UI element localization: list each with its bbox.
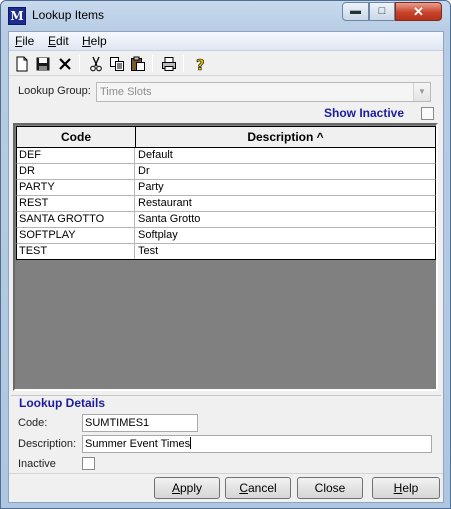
show-inactive-checkbox[interactable] bbox=[421, 107, 434, 120]
menu-bar: File Edit Help bbox=[9, 32, 443, 51]
save-icon[interactable] bbox=[33, 54, 53, 74]
menu-help[interactable]: Help bbox=[82, 34, 107, 48]
lookup-group-value: Time Slots bbox=[100, 86, 152, 98]
inactive-label: Inactive bbox=[18, 458, 56, 470]
title-bar[interactable]: M Lookup Items ▬ □ ✕ bbox=[1, 1, 450, 31]
dropdown-arrow-icon[interactable]: ▼ bbox=[413, 83, 430, 101]
cell-description: Restaurant bbox=[138, 197, 192, 209]
delete-icon[interactable] bbox=[55, 54, 75, 74]
lookup-group-label: Lookup Group: bbox=[18, 85, 91, 97]
code-label: Code: bbox=[18, 417, 48, 429]
cell-code: DEF bbox=[17, 148, 135, 163]
cell-code: SANTA GROTTO bbox=[17, 212, 135, 227]
toolbar-separator bbox=[152, 55, 153, 72]
client-area: File Edit Help ? Lookup Group: Time Slot… bbox=[8, 31, 444, 503]
table-row[interactable]: TEST Test bbox=[16, 244, 436, 260]
app-logo-icon[interactable]: M bbox=[8, 7, 26, 25]
cell-description: Default bbox=[138, 149, 173, 161]
toolbar: ? bbox=[9, 52, 443, 76]
grid-header: Code Description ^ bbox=[16, 126, 436, 148]
minimize-icon: ▬ bbox=[350, 5, 361, 17]
print-icon[interactable] bbox=[159, 54, 179, 74]
table-row[interactable]: SANTA GROTTO Santa Grotto bbox=[16, 212, 436, 228]
help-button[interactable]: Help bbox=[372, 477, 440, 499]
lookup-group-select[interactable]: Time Slots ▼ bbox=[96, 82, 431, 102]
toolbar-separator bbox=[183, 55, 184, 72]
cell-description: Softplay bbox=[138, 229, 178, 241]
cell-description: Santa Grotto bbox=[138, 213, 201, 225]
cell-code: PARTY bbox=[17, 180, 135, 195]
lookup-items-grid[interactable]: Code Description ^ DEF Default DR Dr PARTY Pa… bbox=[13, 123, 438, 391]
minimize-button[interactable]: ▬ bbox=[342, 2, 369, 21]
table-row[interactable]: REST Restaurant bbox=[16, 196, 436, 212]
table-row[interactable]: SOFTPLAY Softplay bbox=[16, 228, 436, 244]
cell-description: Party bbox=[138, 181, 164, 193]
copy-icon[interactable] bbox=[107, 54, 127, 74]
maximize-button[interactable]: □ bbox=[369, 2, 395, 21]
description-field[interactable]: Summer Event Times bbox=[82, 435, 432, 453]
cell-code: REST bbox=[17, 196, 135, 211]
toolbar-separator bbox=[79, 55, 80, 72]
show-inactive-label: Show Inactive bbox=[324, 106, 405, 120]
cell-description: Test bbox=[138, 245, 159, 257]
application-window: M Lookup Items ▬ □ ✕ File Edit Help ? Lo… bbox=[0, 0, 451, 509]
paste-icon[interactable] bbox=[128, 54, 148, 74]
lookup-details-title: Lookup Details bbox=[19, 396, 106, 410]
button-bar: Apply Cancel Close Help bbox=[9, 473, 443, 503]
cell-code: TEST bbox=[17, 244, 135, 259]
code-field[interactable]: SUMTIMES1 bbox=[82, 414, 198, 432]
cut-icon[interactable] bbox=[86, 54, 106, 74]
cancel-button[interactable]: Cancel bbox=[225, 477, 291, 499]
table-row[interactable]: DR Dr bbox=[16, 164, 436, 180]
new-document-icon[interactable] bbox=[12, 54, 32, 74]
text-caret bbox=[190, 437, 192, 449]
close-icon: ✕ bbox=[413, 4, 424, 19]
close-window-button[interactable]: ✕ bbox=[395, 2, 442, 21]
cell-code: DR bbox=[17, 164, 135, 179]
apply-button[interactable]: Apply bbox=[154, 477, 220, 499]
grid-body: DEF Default DR Dr PARTY Party REST Restaurant SA… bbox=[16, 148, 436, 260]
table-row[interactable]: PARTY Party bbox=[16, 180, 436, 196]
cell-code: SOFTPLAY bbox=[17, 228, 135, 243]
menu-file[interactable]: File bbox=[15, 34, 34, 48]
column-header-code[interactable]: Code bbox=[17, 127, 136, 147]
column-header-description[interactable]: Description ^ bbox=[136, 127, 435, 147]
cell-description: Dr bbox=[138, 165, 150, 177]
description-label: Description: bbox=[18, 438, 77, 450]
menu-edit[interactable]: Edit bbox=[48, 34, 69, 48]
inactive-checkbox[interactable] bbox=[82, 457, 95, 470]
help-icon[interactable]: ? bbox=[190, 54, 210, 74]
window-title: Lookup Items bbox=[32, 8, 105, 22]
table-row[interactable]: DEF Default bbox=[16, 148, 436, 164]
close-button[interactable]: Close bbox=[297, 477, 363, 499]
maximize-icon: □ bbox=[378, 5, 386, 17]
svg-text:?: ? bbox=[196, 56, 205, 72]
lookup-details-section: Lookup Details Code: SUMTIMES1 Descripti… bbox=[11, 395, 441, 475]
